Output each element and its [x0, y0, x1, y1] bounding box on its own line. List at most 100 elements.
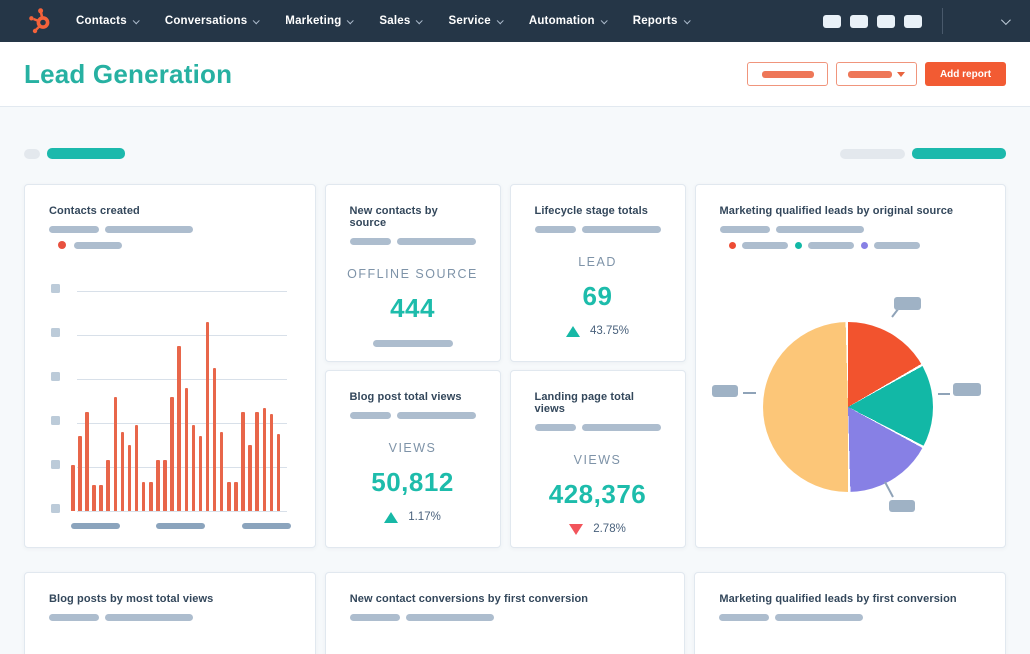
bar [92, 484, 96, 511]
bar [156, 460, 160, 511]
pie-callout-label [711, 385, 738, 397]
bar [269, 414, 274, 511]
card-title: New contact conversions by first convers… [349, 593, 589, 605]
legend-dot [58, 241, 66, 249]
legend-dot [860, 242, 868, 249]
nav-item-marketing[interactable]: Marketing [285, 15, 355, 27]
chevron-down-icon [416, 16, 424, 24]
nav-item-label: Conversations [164, 15, 248, 27]
pie-callout-label [893, 297, 921, 310]
nav-tool-placeholder-3[interactable] [877, 14, 895, 28]
y-tick-placeholder [51, 284, 60, 293]
nav-tool-placeholder-4[interactable] [904, 14, 922, 28]
chevron-down-icon [600, 16, 608, 24]
chevron-down-icon [252, 16, 261, 24]
report-card-lifecycle-stage-totals[interactable]: Lifecycle stage totals LEAD 69 43.75% [509, 184, 686, 362]
header-actions: Add report [747, 62, 1006, 86]
y-axis-tick-placeholders [51, 284, 61, 513]
report-card-mql-by-original-source[interactable]: Marketing qualified leads by original so… [694, 184, 1006, 548]
metric-value: 50,812 [371, 467, 454, 497]
legend-label-placeholder [74, 241, 122, 249]
bar [99, 484, 103, 511]
nav-item-reports[interactable]: Reports [633, 15, 691, 27]
bar [149, 482, 153, 511]
nav-item-conversations[interactable]: Conversations [164, 15, 261, 27]
bar [255, 412, 259, 511]
dashboard-grid-row-2: Blog posts by most total views New conta… [24, 572, 1006, 654]
filter-toggle-placeholder[interactable] [24, 148, 40, 159]
bar [212, 368, 217, 511]
report-card-blog-post-total-views[interactable]: Blog post total views VIEWS 50,812 1.17% [324, 370, 501, 548]
card-subtitle-placeholders [326, 605, 685, 621]
bar [71, 464, 75, 511]
metric-label: LEAD [578, 255, 617, 269]
filter-placeholder-teal[interactable] [912, 148, 1006, 159]
nav-item-automation[interactable]: Automation [529, 15, 608, 27]
metric-value: 428,376 [548, 479, 647, 509]
chevron-down-icon [347, 16, 355, 24]
filter-placeholder-gray[interactable] [840, 148, 905, 159]
card-subtitle-placeholders [511, 217, 685, 233]
redacted-dropdown-label [848, 70, 892, 78]
y-tick-placeholder [51, 372, 60, 381]
nav-item-contacts[interactable]: Contacts [76, 15, 140, 27]
redacted-button-label [761, 70, 814, 78]
chart-legend [25, 233, 315, 249]
bar [163, 460, 167, 511]
dashboard-dropdown-button[interactable] [836, 62, 917, 86]
card-title: Lifecycle stage totals [534, 205, 648, 217]
legend-label-placeholder [741, 242, 788, 249]
nav-item-service[interactable]: Service [448, 15, 504, 27]
nav-tool-placeholder-2[interactable] [850, 14, 868, 28]
card-title: Contacts created [49, 205, 140, 217]
pie-legend-item [860, 242, 920, 249]
metric-value: 444 [390, 293, 435, 323]
filter-group-left [24, 148, 125, 159]
report-card-new-contact-conversions[interactable]: New contact conversions by first convers… [324, 572, 686, 654]
metric-label: VIEWS [573, 453, 622, 467]
pie-legend-item [794, 242, 854, 249]
caret-down-icon [897, 71, 905, 77]
legend-label-placeholder [807, 242, 854, 249]
top-nav: Contacts Conversations Marketing Sales Servi… [0, 0, 1030, 42]
card-subtitle-placeholders [511, 415, 685, 431]
report-card-blog-posts-by-most-total-views[interactable]: Blog posts by most total views [24, 572, 316, 654]
hubspot-logo-icon[interactable] [26, 6, 56, 36]
card-title: Blog post total views [349, 391, 462, 403]
report-card-mql-by-first-conversion[interactable]: Marketing qualified leads by first conve… [694, 572, 1006, 654]
add-report-button[interactable]: Add report [925, 62, 1006, 86]
main-nav-menu: Contacts Conversations Marketing Sales Servi… [76, 15, 716, 27]
x-axis-label-placeholders [71, 523, 291, 529]
active-filter-placeholder[interactable] [47, 148, 125, 159]
bar [262, 407, 267, 511]
account-chevron-down-icon[interactable] [1000, 14, 1011, 25]
dashboard-grid-row-1: Contacts created New contacts by source … [24, 184, 1006, 548]
chevron-down-icon [683, 16, 691, 24]
report-card-contacts-created[interactable]: Contacts created [24, 184, 316, 548]
bar-chart-plot-area [71, 291, 287, 512]
bar [227, 482, 231, 511]
bar [184, 387, 188, 511]
trend-down-icon [569, 523, 584, 535]
nav-item-label: Contacts [76, 15, 127, 27]
card-subtitle-placeholders [326, 229, 500, 245]
chevron-down-icon [496, 16, 504, 24]
report-card-new-contacts-by-source[interactable]: New contacts by source OFFLINE SOURCE 44… [324, 184, 501, 362]
card-subtitle-placeholders [25, 217, 315, 233]
bar [106, 460, 110, 511]
metric-change: 43.75% [566, 325, 629, 337]
y-tick-placeholder [51, 460, 60, 469]
pie-legend [696, 233, 1005, 249]
nav-tool-placeholder-1[interactable] [823, 14, 841, 28]
y-tick-placeholder [51, 416, 60, 425]
nav-item-sales[interactable]: Sales [379, 15, 424, 27]
chevron-down-icon [132, 16, 140, 24]
report-card-landing-page-total-views[interactable]: Landing page total views VIEWS 428,376 2… [509, 370, 686, 548]
dashboard-action-button[interactable] [747, 62, 828, 86]
bar-chart [49, 284, 291, 517]
nav-item-label: Marketing [285, 15, 342, 27]
metric-change: 1.17% [384, 511, 441, 523]
bar [205, 321, 210, 511]
y-tick-placeholder [51, 328, 60, 337]
card-title: Marketing qualified leads by original so… [719, 205, 954, 217]
